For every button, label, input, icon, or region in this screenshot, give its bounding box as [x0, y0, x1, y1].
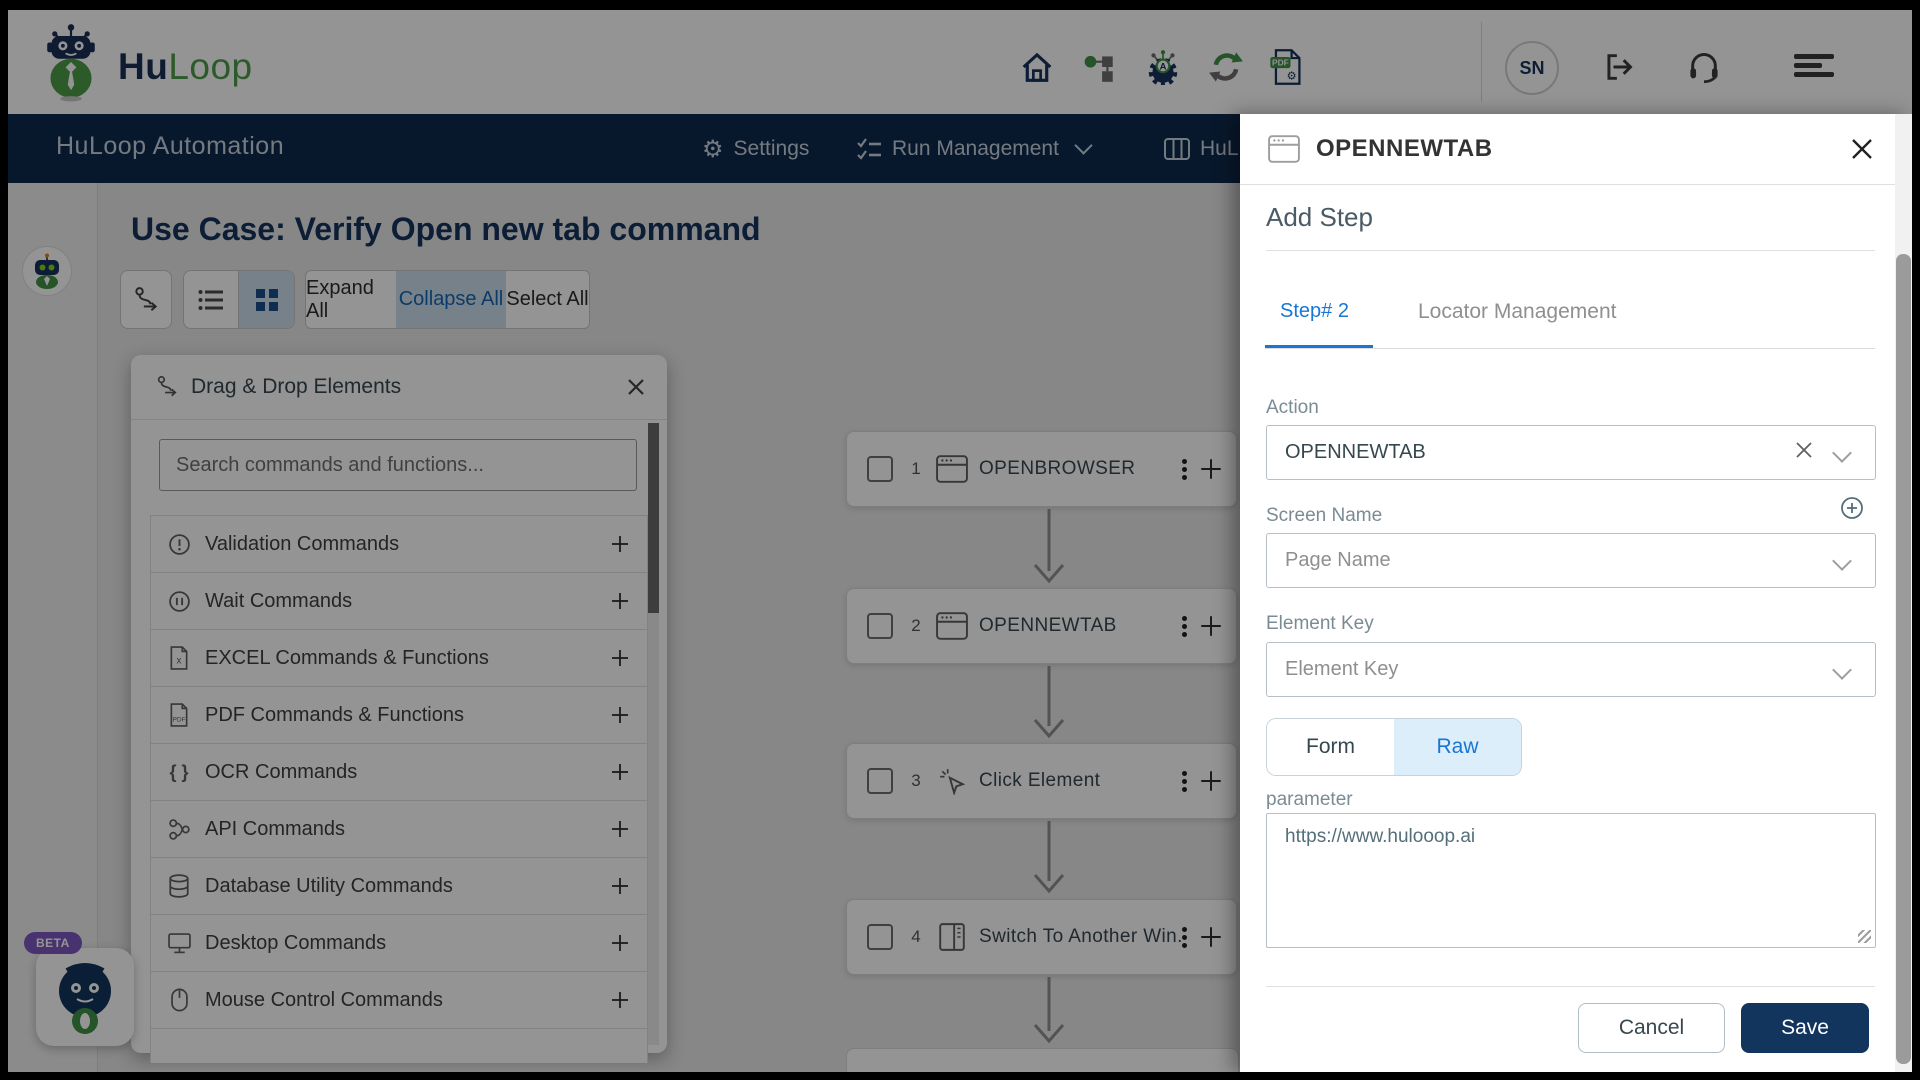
- divider: [1266, 250, 1875, 251]
- element-key-label: Element Key: [1266, 613, 1374, 634]
- screen-name-label: Screen Name: [1266, 505, 1383, 526]
- add-step-drawer: OPENNEWTAB Add Step Step# 2 Locator Mana…: [1240, 114, 1912, 1072]
- parameter-label: parameter: [1266, 789, 1353, 810]
- drawer-title: OPENNEWTAB: [1316, 135, 1493, 162]
- chevron-down-icon: [1832, 443, 1852, 463]
- drawer-scrollbar-thumb[interactable]: [1896, 254, 1911, 1064]
- action-select[interactable]: OPENNEWTAB: [1266, 425, 1876, 480]
- tab-step[interactable]: Step# 2: [1280, 300, 1349, 323]
- screen-name-placeholder: Page Name: [1285, 549, 1391, 571]
- drawer-header: OPENNEWTAB: [1240, 114, 1912, 185]
- element-key-select[interactable]: Element Key: [1266, 642, 1876, 697]
- cancel-button[interactable]: Cancel: [1578, 1003, 1725, 1053]
- form-raw-toggle: Form Raw: [1266, 718, 1522, 776]
- tab-locator-management[interactable]: Locator Management: [1418, 300, 1616, 324]
- action-value: OPENNEWTAB: [1285, 441, 1426, 463]
- drawer-heading: Add Step: [1266, 202, 1373, 232]
- divider: [1266, 986, 1875, 987]
- raw-toggle-button[interactable]: Raw: [1394, 719, 1521, 775]
- form-toggle-button[interactable]: Form: [1267, 719, 1394, 775]
- drawer-scrollbar[interactable]: [1895, 114, 1912, 1072]
- close-icon[interactable]: [1850, 137, 1874, 161]
- resize-handle[interactable]: [1858, 930, 1871, 943]
- parameter-textarea[interactable]: https://www.hulooop.ai: [1266, 813, 1876, 948]
- element-key-placeholder: Element Key: [1285, 658, 1399, 680]
- save-button[interactable]: Save: [1741, 1003, 1869, 1053]
- screen-name-select[interactable]: Page Name: [1266, 533, 1876, 588]
- action-label: Action: [1266, 397, 1319, 418]
- chevron-down-icon: [1832, 551, 1852, 571]
- clear-icon[interactable]: [1795, 441, 1813, 459]
- tab-baseline: [1265, 348, 1875, 349]
- add-screen-icon[interactable]: [1840, 496, 1864, 520]
- chevron-down-icon: [1832, 660, 1852, 680]
- browser-window-icon: [1268, 135, 1300, 163]
